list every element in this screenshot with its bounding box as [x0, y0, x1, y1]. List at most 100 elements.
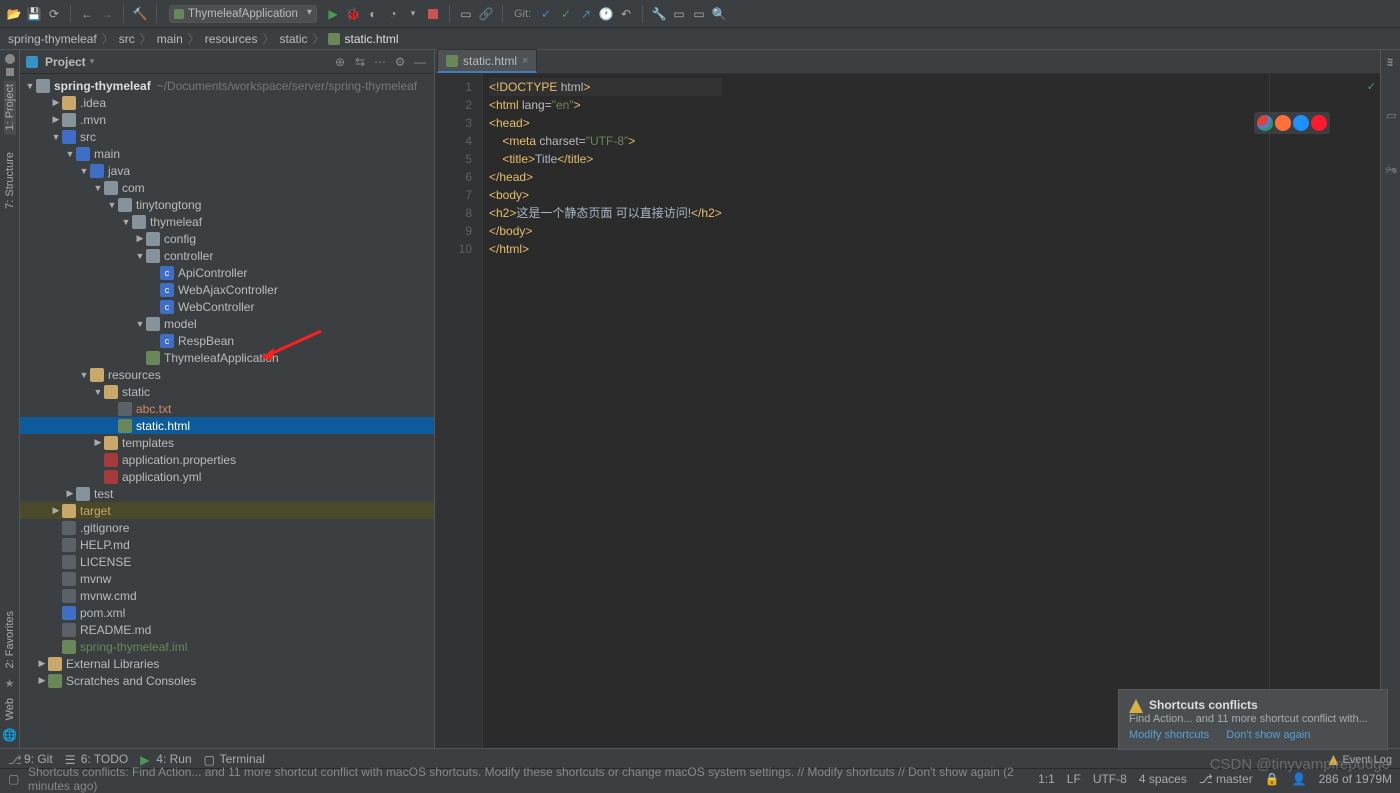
tree-test[interactable]: ▶test — [20, 485, 434, 502]
tree-readme[interactable]: README.md — [20, 621, 434, 638]
profile-icon[interactable]: ◔ — [385, 6, 401, 22]
dont-show-link[interactable]: Don't show again — [1226, 729, 1310, 741]
web-tool-button[interactable]: Web — [4, 694, 16, 724]
crumb-2[interactable]: main — [155, 32, 185, 46]
analysis-ok-icon[interactable]: ✓ — [1367, 78, 1376, 96]
maven-tool-button[interactable]: m — [1385, 58, 1397, 67]
coverage-icon[interactable]: ◐ — [365, 6, 381, 22]
ide-icon[interactable]: ▭ — [671, 6, 687, 22]
encoding[interactable]: UTF-8 — [1093, 772, 1127, 786]
tree-src[interactable]: ▼src — [20, 128, 434, 145]
crumb-3[interactable]: resources — [203, 32, 260, 46]
search-icon[interactable]: 🔍 — [711, 6, 727, 22]
globe-icon[interactable]: 🌐 — [2, 728, 17, 742]
tree-mvnw[interactable]: mvnw — [20, 570, 434, 587]
chrome-icon[interactable] — [1257, 115, 1273, 131]
tree-extlib[interactable]: ▶External Libraries — [20, 655, 434, 672]
tree-respbean[interactable]: RespBean — [20, 332, 434, 349]
terminal-tool-button[interactable]: ▢Terminal — [204, 752, 265, 766]
git-commit-icon[interactable]: ✓ — [558, 6, 574, 22]
build-icon[interactable]: 🔨 — [132, 6, 148, 22]
lock-icon[interactable]: 🔒 — [1265, 772, 1280, 786]
panel-title[interactable]: Project — [45, 55, 86, 69]
git-push-icon[interactable]: ↗ — [578, 6, 594, 22]
link-icon[interactable]: 🔗 — [478, 6, 494, 22]
device-icon[interactable]: ▭ — [458, 6, 474, 22]
ant-tool-button[interactable]: 🐜 — [1384, 164, 1397, 177]
line-ending[interactable]: LF — [1067, 772, 1081, 786]
tree-config[interactable]: ▶config — [20, 230, 434, 247]
tree-templates[interactable]: ▶templates — [20, 434, 434, 451]
tree-helpmd[interactable]: HELP.md — [20, 536, 434, 553]
run-tool-button[interactable]: ▶4: Run — [140, 752, 191, 766]
tree-gitignore[interactable]: .gitignore — [20, 519, 434, 536]
settings-icon[interactable]: ⚙ — [392, 54, 408, 70]
forward-icon[interactable]: → — [99, 6, 115, 22]
tree-mvnwcmd[interactable]: mvnw.cmd — [20, 587, 434, 604]
crumb-5[interactable]: static.html — [343, 32, 401, 46]
tree-abctxt[interactable]: abc.txt — [20, 400, 434, 417]
opera-icon[interactable] — [1311, 115, 1327, 131]
nav2-icon[interactable] — [6, 68, 14, 76]
tree-appyml[interactable]: application.yml — [20, 468, 434, 485]
attach-icon[interactable]: ▾ — [405, 6, 421, 22]
structure-tool-button[interactable]: 7: Structure — [4, 148, 16, 213]
memory[interactable]: 286 of 1979M — [1319, 772, 1392, 786]
tree-apicontroller[interactable]: ApiController — [20, 264, 434, 281]
debug-icon[interactable]: 🐞 — [345, 6, 361, 22]
inspect-icon[interactable]: 👤 — [1292, 772, 1307, 786]
editor-tab-static[interactable]: static.html × — [437, 49, 537, 73]
caret-pos[interactable]: 1:1 — [1038, 772, 1055, 786]
close-icon[interactable]: × — [522, 55, 528, 67]
tree-webcontroller[interactable]: WebController — [20, 298, 434, 315]
git-history-icon[interactable]: 🕐 — [598, 6, 614, 22]
crumb-0[interactable]: spring-thymeleaf — [6, 32, 99, 46]
hide-icon[interactable]: — — [412, 54, 428, 70]
tree-resources[interactable]: ▼resources — [20, 366, 434, 383]
save-icon[interactable]: 💾 — [26, 6, 42, 22]
modify-shortcuts-link[interactable]: Modify shortcuts — [1129, 729, 1209, 741]
project-tool-button[interactable]: 1: Project — [4, 80, 16, 134]
expand-icon[interactable]: ⇆ — [352, 54, 368, 70]
favorites-tool-button[interactable]: 2: Favorites — [4, 607, 16, 672]
code-editor[interactable]: 12345678910 <!DOCTYPE html><html lang="e… — [435, 74, 1380, 748]
tree-java[interactable]: ▼java — [20, 162, 434, 179]
tree-webajax[interactable]: WebAjaxController — [20, 281, 434, 298]
open-icon[interactable]: 📂 — [6, 6, 22, 22]
indent[interactable]: 4 spaces — [1139, 772, 1187, 786]
tree-pomxml[interactable]: pom.xml — [20, 604, 434, 621]
todo-tool-button[interactable]: ☰6: TODO — [65, 752, 129, 766]
tree-main[interactable]: ▼main — [20, 145, 434, 162]
tree-tinytongtong[interactable]: ▼tinytongtong — [20, 196, 434, 213]
tree-root[interactable]: ▼spring-thymeleaf~/Documents/workspace/s… — [20, 77, 434, 94]
git-update-icon[interactable]: ✓ — [538, 6, 554, 22]
wrench-icon[interactable]: 🔧 — [651, 6, 667, 22]
tree-iml[interactable]: spring-thymeleaf.iml — [20, 638, 434, 655]
project-tree[interactable]: ▼spring-thymeleaf~/Documents/workspace/s… — [20, 74, 434, 748]
refresh-icon[interactable]: ⟳ — [46, 6, 62, 22]
tree-controller[interactable]: ▼controller — [20, 247, 434, 264]
run-icon[interactable]: ▶ — [325, 6, 341, 22]
tree-thymeleaf[interactable]: ▼thymeleaf — [20, 213, 434, 230]
git-rollback-icon[interactable]: ↶ — [618, 6, 634, 22]
tree-license[interactable]: LICENSE — [20, 553, 434, 570]
crumb-1[interactable]: src — [117, 32, 137, 46]
tree-target[interactable]: ▶target — [20, 502, 434, 519]
back-icon[interactable]: ← — [79, 6, 95, 22]
tree-appprop[interactable]: application.properties — [20, 451, 434, 468]
nav-icon[interactable] — [5, 54, 15, 64]
safari-icon[interactable] — [1293, 115, 1309, 131]
git-tool-button[interactable]: ⎇9: Git — [8, 752, 53, 766]
run-config-combo[interactable]: ThymeleafApplication — [169, 5, 317, 23]
locate-icon[interactable]: ⊕ — [332, 54, 348, 70]
crumb-4[interactable]: static — [277, 32, 309, 46]
collapse-icon[interactable]: ⋯ — [372, 54, 388, 70]
tree-static[interactable]: ▼static — [20, 383, 434, 400]
tree-com[interactable]: ▼com — [20, 179, 434, 196]
database-tool-button[interactable]: ▭ — [1384, 109, 1397, 122]
star-icon[interactable]: ★ — [5, 677, 15, 690]
tree-scratches[interactable]: ▶Scratches and Consoles — [20, 672, 434, 689]
git-branch[interactable]: ⎇ master — [1199, 772, 1253, 786]
tree-mvn[interactable]: ▶.mvn — [20, 111, 434, 128]
tree-statichtml[interactable]: static.html — [20, 417, 434, 434]
